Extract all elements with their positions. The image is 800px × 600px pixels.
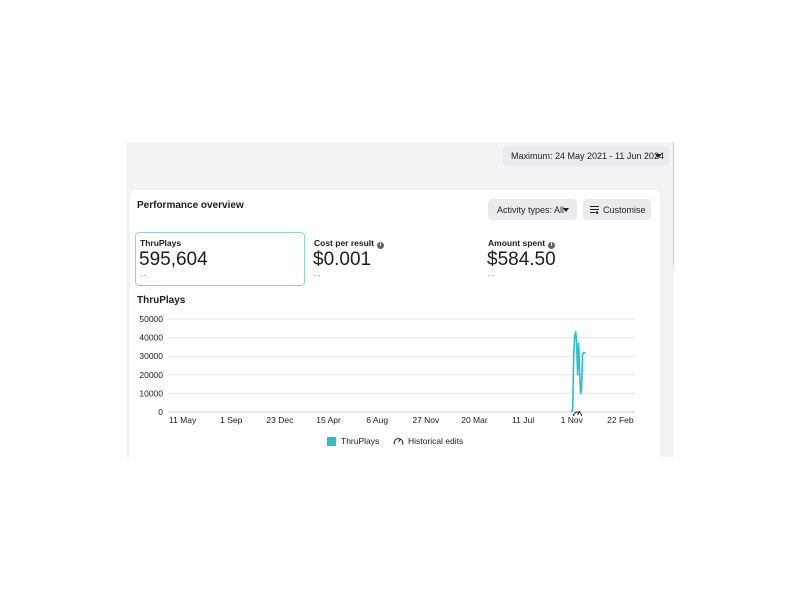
caret-down-icon [655, 154, 661, 158]
legend-swatch [327, 436, 336, 446]
panel-divider [673, 142, 674, 267]
legend-item-historical-edits[interactable]: Historical edits [393, 436, 463, 446]
thruplays-line-chart: 0 10000 20000 30000 40000 50000 11 May 1 Sep 23 … [139, 314, 635, 425]
legend-label: Historical edits [408, 436, 464, 446]
metric-label-wrap: Cost per result i [314, 238, 384, 249]
x-tick-label: 11 May [169, 415, 197, 425]
sliders-icon [590, 206, 599, 214]
x-tick-label: 6 Aug [366, 415, 388, 425]
info-icon[interactable]: i [548, 242, 556, 249]
metric-label-wrap: Amount spent i [488, 238, 556, 249]
x-tick-label: 23 Dec [266, 415, 294, 425]
y-tick-label: 30000 [139, 351, 163, 361]
legend-label: ThruPlays [341, 436, 380, 446]
chart-title: ThruPlays [137, 295, 186, 306]
customise-label: Customise [603, 204, 646, 215]
x-tick-label: 22 Feb [607, 415, 634, 425]
x-tick-label: 15 Apr [316, 415, 341, 425]
metric-value: $584.50 [487, 249, 556, 270]
series-line-thruplays [571, 331, 586, 413]
gauge-edit-icon [393, 438, 404, 445]
metric-label: Cost per result [314, 238, 374, 248]
card-title: Performance overview [137, 200, 244, 211]
y-tick-label: 20000 [139, 370, 163, 380]
y-tick-label: 50000 [139, 314, 163, 324]
metric-value: 595,604 [139, 249, 208, 270]
metric-compare: -- [488, 271, 496, 280]
x-tick-label: 1 Nov [561, 415, 584, 425]
activity-types-dropdown[interactable]: Activity types: All [488, 199, 577, 220]
metric-compare: -- [314, 271, 322, 280]
x-tick-label: 1 Sep [220, 415, 242, 425]
caret-down-icon [563, 208, 569, 212]
legend-item-thruplays[interactable]: ThruPlays [327, 436, 379, 446]
y-tick-label: 0 [158, 407, 163, 417]
activity-types-label: Activity types: All [497, 204, 565, 215]
date-range-button[interactable]: Maximum: 24 May 2021 - 11 Jun 2024 [503, 146, 669, 166]
x-tick-label: 11 Jul [512, 415, 534, 425]
date-range-label: Maximum: 24 May 2021 - 11 Jun 2024 [511, 151, 664, 161]
metric-label: ThruPlays [140, 238, 182, 248]
x-tick-label: 20 Mar [461, 415, 488, 425]
info-icon[interactable]: i [377, 242, 384, 249]
y-tick-label: 40000 [139, 333, 163, 343]
metric-value: $0.001 [313, 249, 372, 270]
x-tick-label: 27 Nov [412, 415, 440, 425]
y-tick-label: 10000 [139, 388, 163, 398]
customise-button[interactable]: Customise [583, 199, 651, 220]
metric-compare: -- [140, 271, 148, 280]
metric-label: Amount spent [488, 238, 546, 248]
